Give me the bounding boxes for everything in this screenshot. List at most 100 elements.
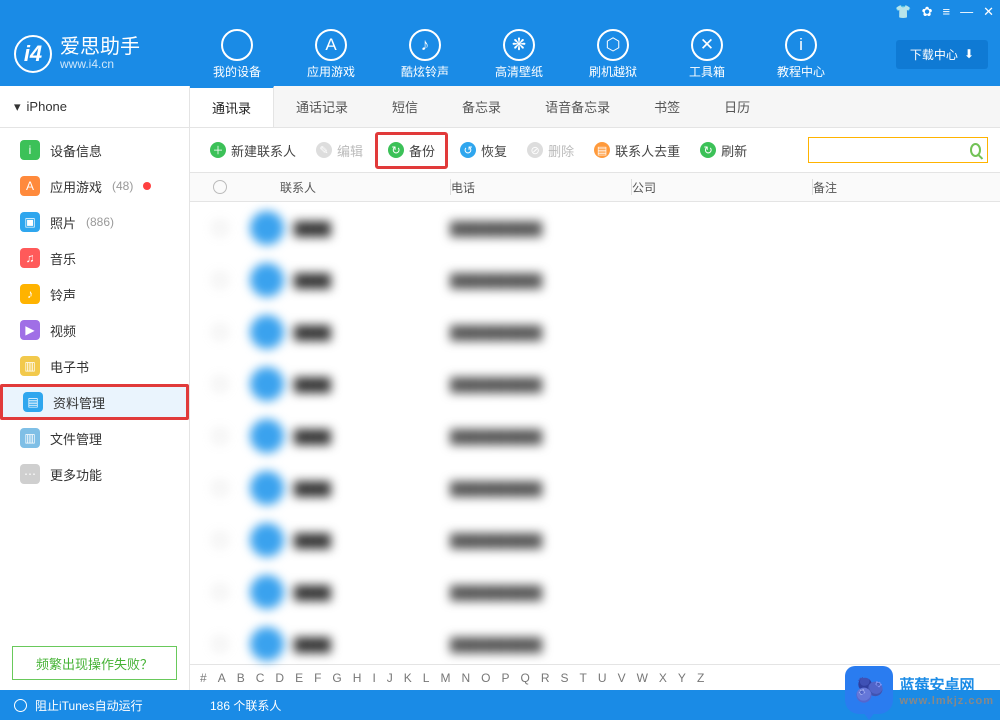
table-row[interactable]: ██████████████ [190, 514, 1000, 566]
table-row[interactable]: ██████████████ [190, 462, 1000, 514]
table-row[interactable]: ██████████████ [190, 410, 1000, 462]
sidebar-item-2[interactable]: ▣照片(886) [0, 204, 189, 240]
alpha-V[interactable]: V [618, 671, 626, 685]
tab-3[interactable]: 备忘录 [440, 86, 523, 127]
alpha-K[interactable]: K [404, 671, 412, 685]
alpha-B[interactable]: B [237, 671, 245, 685]
alpha-D[interactable]: D [275, 671, 284, 685]
search-input[interactable] [815, 143, 970, 157]
nav-4[interactable]: ⬡刷机越狱 [566, 29, 660, 80]
menu-icon[interactable]: ≡ [943, 5, 951, 18]
alpha-R[interactable]: R [541, 671, 550, 685]
toolbar-联系人去重[interactable]: ▤联系人去重 [586, 137, 688, 164]
alpha-E[interactable]: E [295, 671, 303, 685]
sidebar-icon: ♪ [20, 284, 40, 304]
table-row[interactable]: ██████████████ [190, 202, 1000, 254]
close-icon[interactable]: ✕ [983, 5, 994, 18]
search-icon[interactable] [970, 143, 981, 157]
minimize-icon[interactable]: — [960, 5, 973, 18]
tab-5[interactable]: 书签 [632, 86, 702, 127]
select-all-checkbox[interactable] [213, 180, 227, 194]
nav-5[interactable]: ✕工具箱 [660, 29, 754, 80]
alpha-H[interactable]: H [353, 671, 362, 685]
col-contact[interactable]: 联系人 [250, 179, 450, 196]
alpha-T[interactable]: T [580, 671, 587, 685]
tshirt-icon[interactable]: 👕 [895, 5, 911, 18]
row-checkbox[interactable] [213, 429, 227, 443]
nav-6[interactable]: i教程中心 [754, 29, 848, 80]
toolbar-label: 备份 [409, 141, 435, 160]
alpha-#[interactable]: # [200, 671, 207, 685]
toolbar-备份[interactable]: ↻备份 [375, 132, 448, 169]
col-phone[interactable]: 电话 [451, 179, 631, 196]
sidebar-item-9[interactable]: ⋯更多功能 [0, 456, 189, 492]
sidebar-item-4[interactable]: ♪铃声 [0, 276, 189, 312]
alpha-I[interactable]: I [372, 671, 375, 685]
help-link[interactable]: 频繁出现操作失败？ [12, 646, 177, 680]
row-checkbox[interactable] [213, 585, 227, 599]
row-checkbox[interactable] [213, 221, 227, 235]
nav-label: 高清壁纸 [472, 63, 566, 80]
table-row[interactable]: ██████████████ [190, 618, 1000, 664]
sidebar-item-3[interactable]: ♫音乐 [0, 240, 189, 276]
gear-icon[interactable]: ✿ [922, 5, 933, 18]
tab-1[interactable]: 通话记录 [274, 86, 370, 127]
nav-3[interactable]: ❋高清壁纸 [472, 29, 566, 80]
sidebar-item-7[interactable]: ▤资料管理 [0, 384, 189, 420]
alpha-L[interactable]: L [423, 671, 430, 685]
alpha-W[interactable]: W [637, 671, 648, 685]
toolbar-icon: ▤ [594, 142, 610, 158]
row-checkbox[interactable] [213, 637, 227, 651]
tab-0[interactable]: 通讯录 [190, 86, 274, 127]
alpha-A[interactable]: A [218, 671, 226, 685]
toolbar-恢复[interactable]: ↺恢复 [452, 137, 515, 164]
alpha-Z[interactable]: Z [697, 671, 704, 685]
toolbar-新建联系人[interactable]: ＋新建联系人 [202, 137, 304, 164]
row-checkbox[interactable] [213, 273, 227, 287]
device-selector[interactable]: ▾ iPhone [0, 86, 189, 128]
row-checkbox[interactable] [213, 325, 227, 339]
toolbar-刷新[interactable]: ↻刷新 [692, 137, 755, 164]
row-checkbox[interactable] [213, 533, 227, 547]
alpha-G[interactable]: G [332, 671, 341, 685]
toolbar-icon: ↺ [460, 142, 476, 158]
sidebar: ▾ iPhone i设备信息A应用游戏(48)▣照片(886)♫音乐♪铃声▶视频… [0, 86, 190, 690]
nav-2[interactable]: ♪酷炫铃声 [378, 29, 472, 80]
sidebar-item-6[interactable]: ▥电子书 [0, 348, 189, 384]
nav-0[interactable]: 我的设备 [190, 29, 284, 80]
table-row[interactable]: ██████████████ [190, 566, 1000, 618]
alpha-S[interactable]: S [561, 671, 569, 685]
device-name: iPhone [27, 99, 67, 114]
col-company[interactable]: 公司 [632, 179, 812, 196]
tab-2[interactable]: 短信 [370, 86, 440, 127]
sidebar-label: 视频 [50, 321, 76, 340]
alpha-M[interactable]: M [440, 671, 450, 685]
sidebar-item-5[interactable]: ▶视频 [0, 312, 189, 348]
alpha-Y[interactable]: Y [678, 671, 686, 685]
download-center-button[interactable]: 下载中心 ⬇ [896, 40, 988, 69]
itunes-block-toggle[interactable] [14, 699, 27, 712]
row-checkbox[interactable] [213, 377, 227, 391]
table-row[interactable]: ██████████████ [190, 306, 1000, 358]
titlebar: 👕 ✿ ≡ — ✕ [0, 0, 1000, 22]
table-row[interactable]: ██████████████ [190, 254, 1000, 306]
alpha-U[interactable]: U [598, 671, 607, 685]
tab-6[interactable]: 日历 [702, 86, 772, 127]
alpha-F[interactable]: F [314, 671, 321, 685]
tab-4[interactable]: 语音备忘录 [523, 86, 632, 127]
sidebar-item-8[interactable]: ▥文件管理 [0, 420, 189, 456]
sidebar-item-1[interactable]: A应用游戏(48) [0, 168, 189, 204]
col-note[interactable]: 备注 [813, 179, 1000, 196]
alpha-N[interactable]: N [461, 671, 470, 685]
alpha-C[interactable]: C [256, 671, 265, 685]
alpha-O[interactable]: O [481, 671, 490, 685]
alpha-J[interactable]: J [387, 671, 393, 685]
table-row[interactable]: ██████████████ [190, 358, 1000, 410]
row-checkbox[interactable] [213, 481, 227, 495]
nav-1[interactable]: A应用游戏 [284, 29, 378, 80]
sidebar-item-0[interactable]: i设备信息 [0, 132, 189, 168]
search-box[interactable] [808, 137, 988, 163]
alpha-Q[interactable]: Q [521, 671, 530, 685]
alpha-P[interactable]: P [502, 671, 510, 685]
alpha-X[interactable]: X [659, 671, 667, 685]
